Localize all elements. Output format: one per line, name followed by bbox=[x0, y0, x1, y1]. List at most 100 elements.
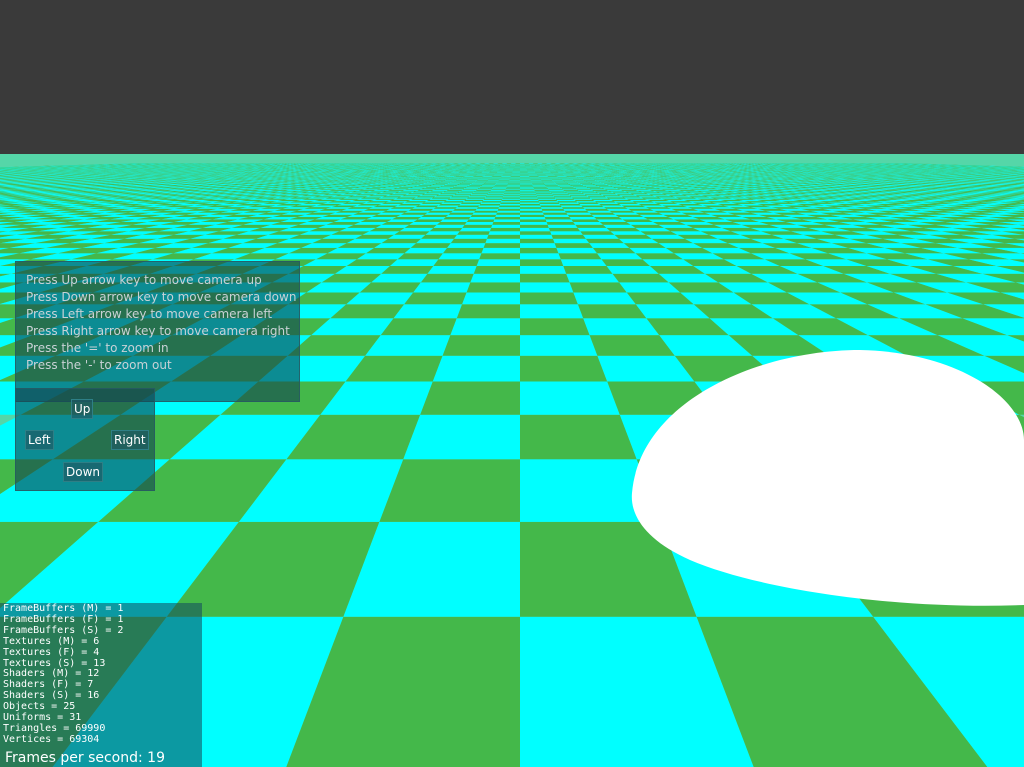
floor-tile bbox=[476, 259, 520, 266]
floor-tile bbox=[433, 259, 480, 266]
floor-tile bbox=[481, 247, 520, 254]
floor-tile bbox=[485, 238, 520, 244]
floor-tile bbox=[501, 199, 520, 202]
floor-tile bbox=[612, 186, 629, 188]
floor-tile bbox=[409, 222, 441, 225]
floor-tile bbox=[506, 187, 520, 189]
3d-viewport[interactable]: Press Up arrow key to move camera up Pre… bbox=[0, 0, 1024, 767]
floor-tile bbox=[462, 201, 483, 203]
floor-tile bbox=[548, 189, 565, 191]
floor-tile bbox=[533, 186, 547, 187]
floor-tile bbox=[520, 282, 574, 293]
floor-tile bbox=[479, 203, 501, 206]
floor-tile bbox=[563, 266, 613, 274]
floor-tile bbox=[471, 183, 485, 184]
floor-tile bbox=[611, 186, 627, 187]
floor-tile bbox=[496, 182, 509, 183]
floor-tile bbox=[451, 181, 464, 183]
floor-tile bbox=[640, 191, 659, 193]
floor-tile bbox=[393, 304, 463, 319]
floor-tile bbox=[433, 183, 448, 185]
floor-tile bbox=[547, 187, 562, 189]
floor-tile bbox=[535, 191, 551, 193]
floor-tile bbox=[384, 190, 403, 192]
floor-tile bbox=[475, 208, 499, 211]
floor-tile bbox=[487, 194, 504, 196]
floor-tile bbox=[581, 205, 604, 208]
floor-tile bbox=[565, 191, 582, 193]
floor-tile bbox=[389, 199, 411, 202]
floor-tile bbox=[542, 181, 555, 183]
floor-tile bbox=[592, 199, 614, 202]
floor-tile bbox=[429, 227, 463, 232]
floor-tile bbox=[452, 181, 465, 182]
floor-tile bbox=[424, 212, 451, 215]
floor-tile bbox=[466, 179, 478, 181]
floor-tile bbox=[379, 179, 393, 181]
floor-tile bbox=[631, 210, 659, 213]
floor-tile bbox=[441, 202, 463, 204]
floor-tile bbox=[480, 186, 494, 187]
floor-tile bbox=[574, 187, 589, 189]
floor-tile bbox=[545, 185, 560, 187]
floor-tile bbox=[618, 217, 648, 220]
floor-tile bbox=[378, 197, 400, 199]
floor-tile bbox=[603, 207, 628, 209]
floor-tile bbox=[397, 180, 411, 182]
floor-tile bbox=[486, 195, 504, 197]
floor-tile bbox=[539, 203, 561, 206]
floor-tile bbox=[394, 231, 430, 235]
floor-tile bbox=[628, 187, 645, 189]
floor-tile bbox=[520, 203, 541, 206]
floor-tile bbox=[531, 183, 545, 184]
floor-tile bbox=[460, 202, 482, 204]
floor-tile bbox=[553, 181, 566, 182]
floor-tile bbox=[520, 292, 578, 305]
floor-tile bbox=[470, 273, 520, 283]
floor-tile bbox=[456, 304, 520, 319]
floor-tile bbox=[642, 192, 662, 194]
floor-tile bbox=[637, 182, 651, 184]
floor-tile bbox=[520, 253, 561, 260]
floor-tile bbox=[483, 183, 496, 185]
floor-tile bbox=[610, 199, 632, 202]
floor-tile bbox=[622, 219, 653, 222]
floor-tile bbox=[578, 182, 592, 184]
floor-tile bbox=[415, 185, 431, 187]
floor-tile bbox=[568, 194, 586, 196]
floor-tile bbox=[448, 182, 462, 184]
floor-tile bbox=[450, 210, 476, 213]
floor-tile bbox=[481, 201, 502, 203]
floor-tile bbox=[568, 183, 582, 185]
floor-tile bbox=[640, 197, 662, 199]
floor-tile bbox=[637, 196, 659, 198]
floor-tile bbox=[496, 212, 520, 215]
floor-tile bbox=[626, 179, 639, 181]
floor-tile bbox=[520, 194, 537, 196]
floor-tile bbox=[576, 189, 592, 190]
floor-tile bbox=[377, 203, 402, 206]
floor-tile bbox=[601, 259, 650, 266]
floor-tile bbox=[643, 184, 658, 185]
floor-tile bbox=[589, 188, 605, 190]
floor-tile bbox=[418, 195, 438, 197]
floor-tile bbox=[443, 247, 484, 254]
floor-tile bbox=[495, 183, 509, 184]
floor-tile bbox=[545, 185, 559, 186]
floor-tile bbox=[639, 186, 656, 188]
floor-tile bbox=[452, 186, 467, 188]
floor-tile bbox=[415, 205, 439, 208]
floor-tile bbox=[457, 205, 480, 208]
floor-tile bbox=[520, 238, 555, 244]
floor-tile bbox=[560, 187, 576, 189]
floor-tile bbox=[635, 212, 663, 215]
floor-tile bbox=[520, 189, 535, 191]
floor-tile bbox=[423, 179, 436, 181]
floor-tile bbox=[419, 184, 434, 185]
floor-tile bbox=[504, 192, 520, 194]
floor-tile bbox=[484, 197, 503, 199]
floor-tile bbox=[468, 217, 496, 220]
floor-tile bbox=[464, 222, 494, 225]
floor-tile bbox=[465, 186, 481, 188]
floor-tile bbox=[424, 201, 446, 203]
